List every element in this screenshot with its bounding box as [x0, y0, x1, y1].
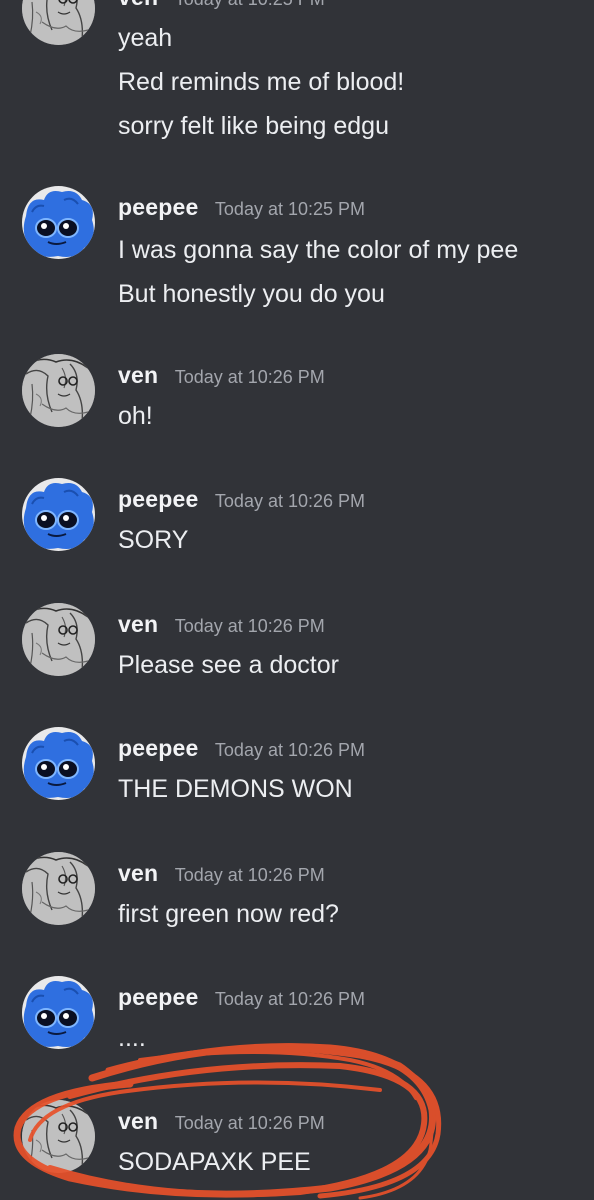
timestamp: Today at 10:26 PM: [214, 491, 366, 511]
message-text: But honestly you do you: [118, 280, 385, 308]
timestamp: Today at 10:25 PM: [175, 0, 325, 9]
timestamp: Today at 10:26 PM: [174, 1113, 325, 1133]
ven-sketch-avatar-icon[interactable]: [22, 1100, 95, 1173]
message-text: yeah: [118, 24, 173, 52]
username[interactable]: peepee: [118, 984, 198, 1010]
username[interactable]: ven: [118, 362, 158, 388]
ven-sketch-avatar-icon[interactable]: [22, 603, 95, 676]
ven-sketch-avatar-icon[interactable]: [22, 0, 95, 45]
peepee-blue-avatar-icon[interactable]: [22, 186, 95, 259]
ven-sketch-avatar-icon[interactable]: [22, 354, 95, 427]
message-text: Red reminds me of blood!: [118, 68, 405, 96]
timestamp: Today at 10:26 PM: [174, 616, 325, 636]
timestamp: Today at 10:26 PM: [214, 989, 366, 1009]
message-text: THE DEMONS WON: [118, 775, 353, 803]
message-text: SORY: [118, 526, 189, 554]
username[interactable]: ven: [118, 1108, 158, 1134]
chat-message-list: ven Today at 10:25 PM yeah Red reminds m…: [0, 0, 594, 1200]
message-header: peepee Today at 10:26 PM: [118, 486, 365, 513]
message-header: ven Today at 10:26 PM: [118, 1108, 325, 1135]
message-text: oh!: [118, 402, 153, 430]
message-text: sorry felt like being edgu: [118, 112, 389, 140]
timestamp: Today at 10:25 PM: [214, 199, 366, 219]
peepee-blue-avatar-icon[interactable]: [22, 478, 95, 551]
timestamp: Today at 10:26 PM: [174, 865, 325, 885]
message-header: ven Today at 10:26 PM: [118, 362, 325, 389]
message-text: SODAPAXK PEE: [118, 1148, 311, 1176]
username[interactable]: peepee: [118, 194, 198, 220]
message-header: ven Today at 10:26 PM: [118, 860, 325, 887]
username[interactable]: ven: [118, 860, 158, 886]
message-header: ven Today at 10:25 PM: [118, 0, 325, 11]
username[interactable]: ven: [118, 611, 158, 637]
peepee-blue-avatar-icon[interactable]: [22, 976, 95, 1049]
username[interactable]: peepee: [118, 486, 198, 512]
timestamp: Today at 10:26 PM: [174, 367, 325, 387]
timestamp: Today at 10:26 PM: [214, 740, 366, 760]
message-text: ....: [118, 1024, 146, 1052]
message-header: peepee Today at 10:25 PM: [118, 194, 365, 221]
ven-sketch-avatar-icon[interactable]: [22, 852, 95, 925]
username[interactable]: peepee: [118, 735, 198, 761]
message-header: peepee Today at 10:26 PM: [118, 735, 365, 762]
peepee-blue-avatar-icon[interactable]: [22, 727, 95, 800]
message-text: first green now red?: [118, 900, 339, 928]
username[interactable]: ven: [118, 0, 158, 10]
message-text: I was gonna say the color of my pee: [118, 236, 519, 264]
message-header: ven Today at 10:26 PM: [118, 611, 325, 638]
message-text: Please see a doctor: [118, 651, 339, 679]
message-header: peepee Today at 10:26 PM: [118, 984, 365, 1011]
